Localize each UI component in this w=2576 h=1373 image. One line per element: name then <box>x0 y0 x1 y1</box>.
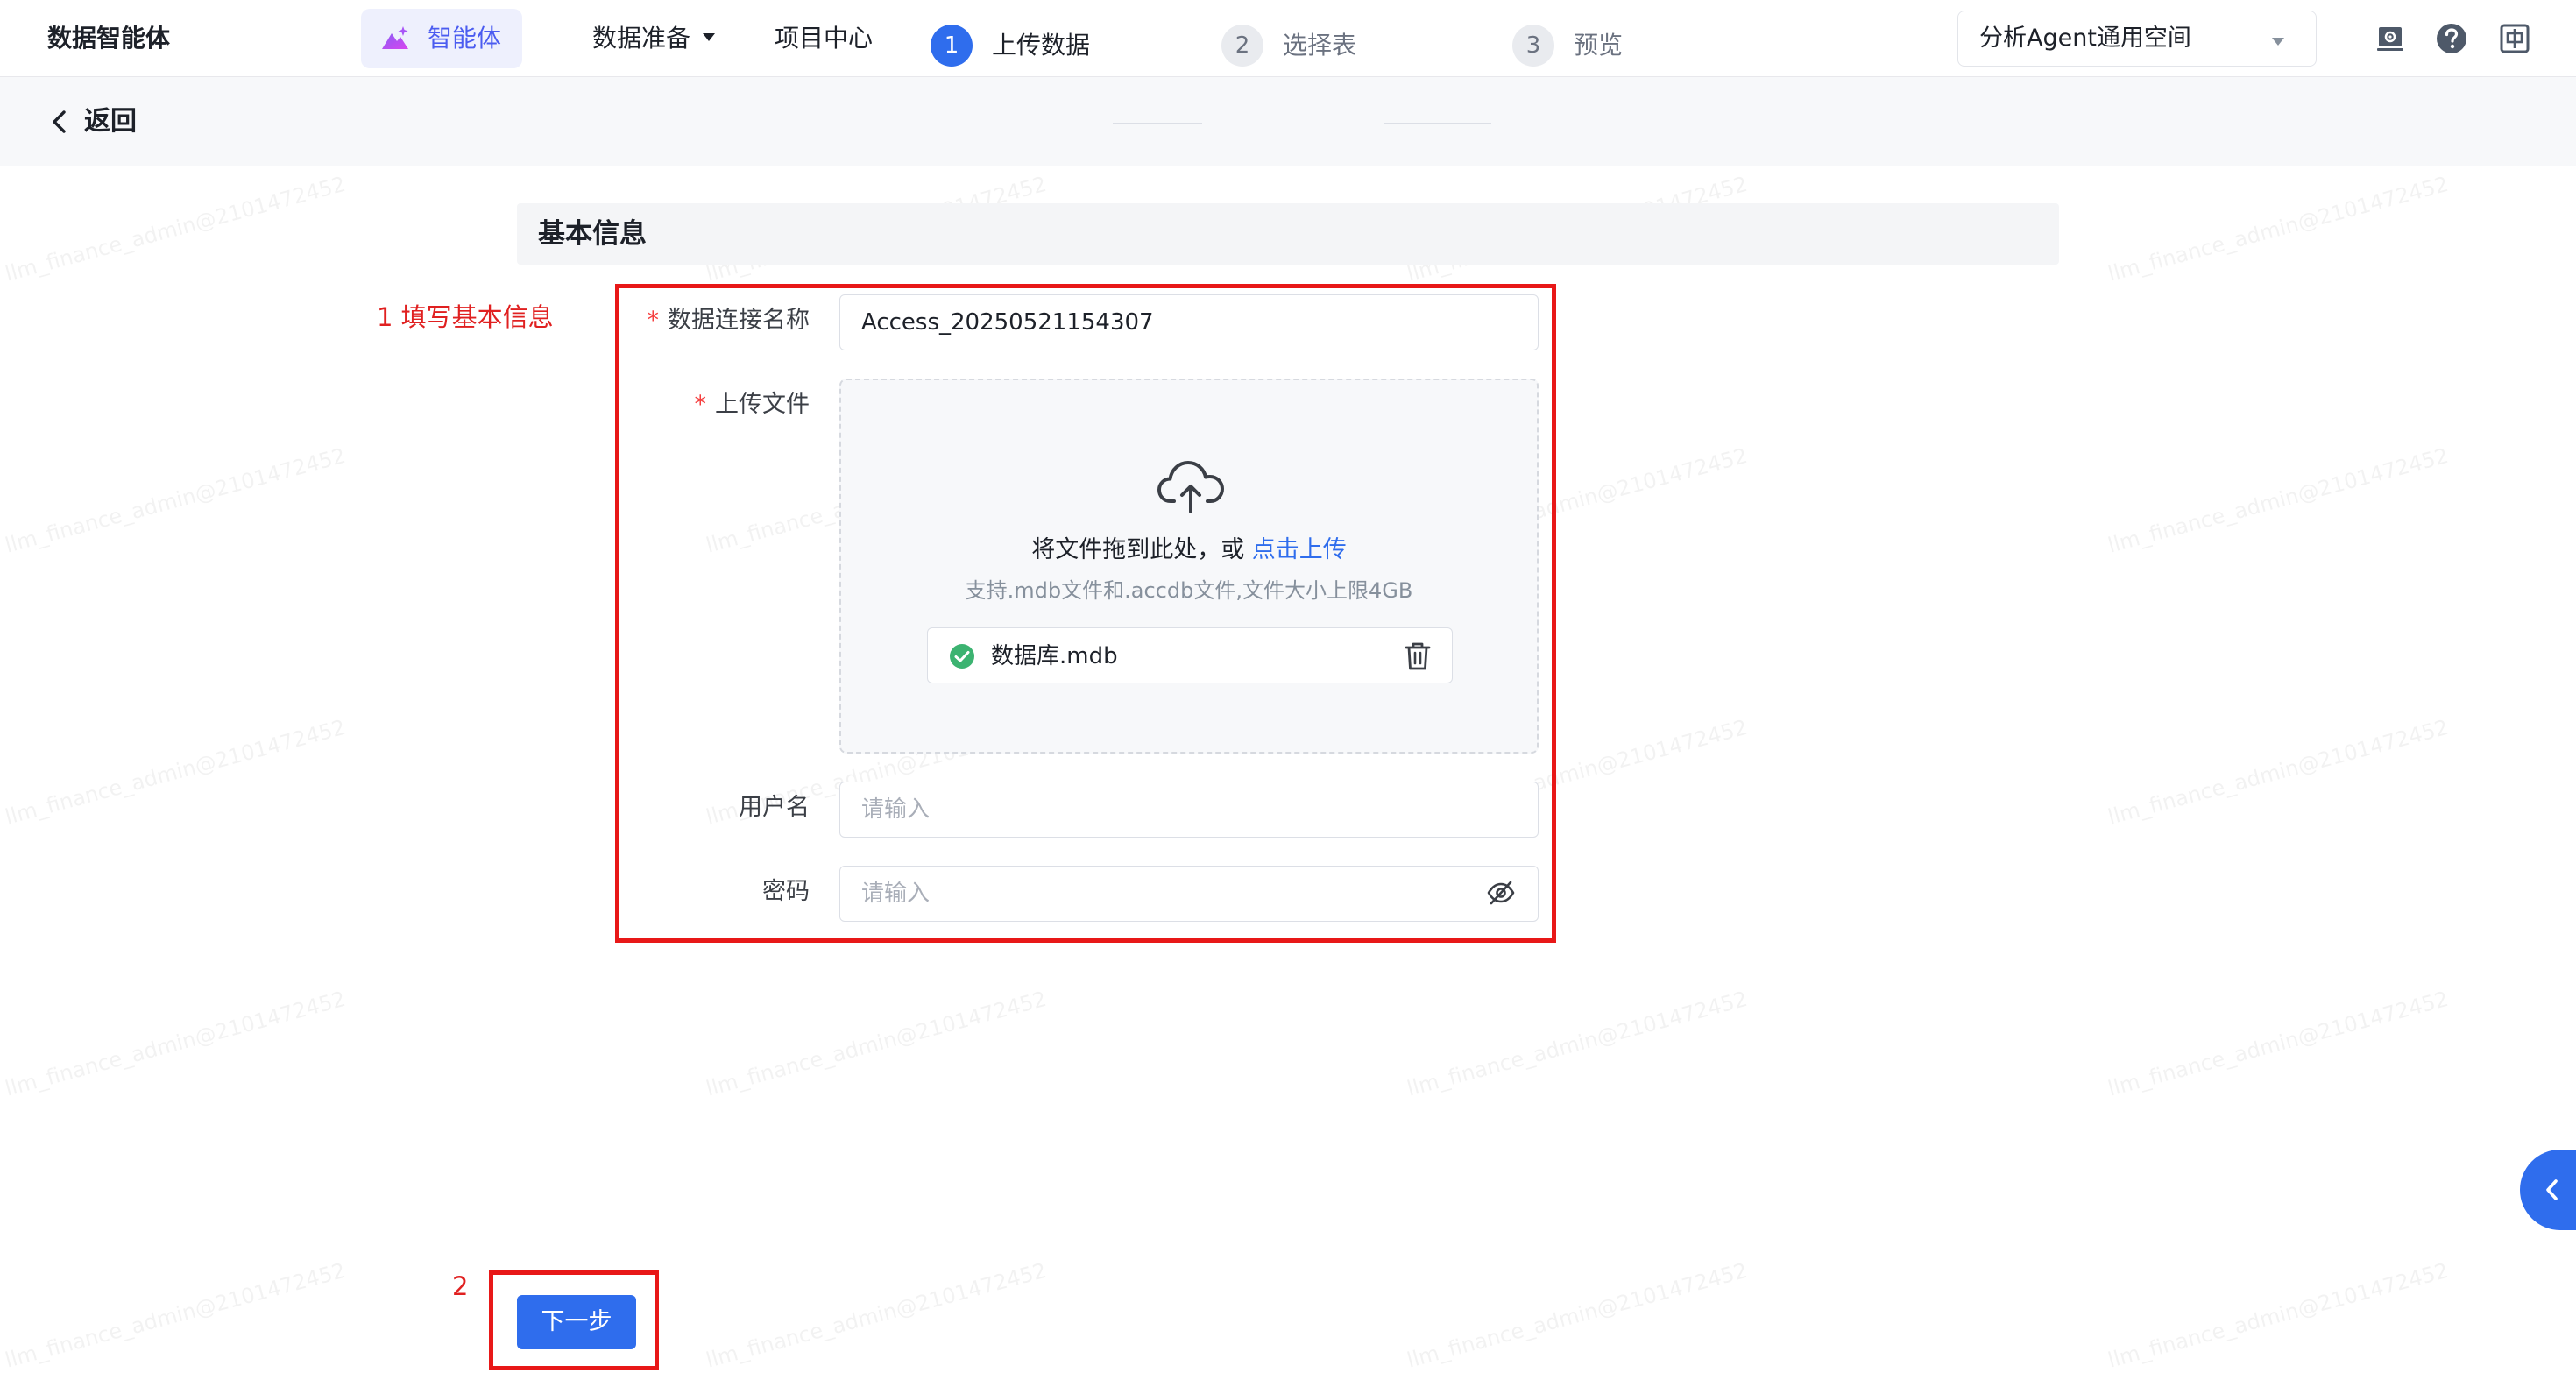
language-icon[interactable] <box>2497 21 2532 56</box>
connection-name-input[interactable] <box>839 294 1539 350</box>
app-title: 数据智能体 <box>47 24 171 53</box>
annotation-label-2: 2 <box>452 1271 469 1301</box>
required-mark: * <box>694 391 707 418</box>
step-number: 3 <box>1512 25 1554 67</box>
workspace-select[interactable]: 分析Agent通用空间 <box>1957 11 2317 67</box>
workspace-selected-value: 分析Agent通用空间 <box>1979 25 2191 52</box>
uploaded-file-name: 数据库.mdb <box>991 643 1118 669</box>
chevron-left-icon <box>2546 1179 2558 1200</box>
watermark: llm_finance_admin@2101472452 <box>1404 1257 1751 1373</box>
nav-item-project-center[interactable]: 项目中心 <box>775 21 873 56</box>
click-upload-link[interactable]: 点击上传 <box>1252 536 1347 563</box>
next-step-button[interactable]: 下一步 <box>517 1295 636 1349</box>
back-button-label: 返回 <box>84 106 137 137</box>
help-icon[interactable] <box>2434 21 2469 56</box>
cloud-upload-icon <box>1157 461 1224 513</box>
watermark: llm_finance_admin@2101472452 <box>703 1257 1050 1373</box>
step-number: 2 <box>1221 25 1263 67</box>
section-title: 基本信息 <box>538 218 647 250</box>
dropdown-caret-icon <box>2272 38 2284 46</box>
eye-off-icon[interactable] <box>1486 880 1516 906</box>
username-label: 用户名 <box>739 794 810 821</box>
annotation-label-1: 1 填写基本信息 <box>377 302 554 332</box>
watermark: llm_finance_admin@2101472452 <box>2105 442 2452 558</box>
step-number: 1 <box>931 25 973 67</box>
nav-item-agent[interactable]: 智能体 <box>361 9 522 68</box>
check-circle-icon <box>950 644 974 669</box>
dropzone-hint: 支持.mdb文件和.accdb文件,文件大小上限4GB <box>965 578 1413 603</box>
step-connector <box>1384 123 1491 124</box>
watermark: llm_finance_admin@2101472452 <box>2105 714 2452 830</box>
watermark: llm_finance_admin@2101472452 <box>703 986 1050 1101</box>
section-header: 基本信息 <box>517 203 2059 265</box>
watermark: llm_finance_admin@2101472452 <box>2 171 349 287</box>
step-connector <box>1113 123 1202 124</box>
dropzone-drag-text: 将文件拖到此处，或 <box>1031 536 1245 563</box>
agent-mountain-icon <box>382 26 408 49</box>
watermark: llm_finance_admin@2101472452 <box>2105 1257 2452 1373</box>
watermark: llm_finance_admin@2101472452 <box>2105 171 2452 287</box>
file-dropzone[interactable]: 将文件拖到此处，或 点击上传 支持.mdb文件和.accdb文件,文件大小上限4… <box>839 379 1539 754</box>
back-button[interactable]: 返回 <box>44 102 158 142</box>
watermark: llm_finance_admin@2101472452 <box>2 714 349 830</box>
username-input[interactable] <box>839 782 1539 838</box>
password-input[interactable] <box>839 866 1539 922</box>
watermark: llm_finance_admin@2101472452 <box>2105 986 2452 1101</box>
connection-name-label-text: 数据连接名称 <box>668 307 810 334</box>
chevron-down-icon[interactable] <box>703 33 715 41</box>
upload-file-label: * 上传文件 <box>695 387 810 422</box>
watermark: llm_finance_admin@2101472452 <box>2 1257 349 1373</box>
settings-icon[interactable] <box>2373 21 2408 56</box>
step-label: 上传数据 <box>992 31 1091 60</box>
upload-file-label-text: 上传文件 <box>715 391 810 418</box>
step-header: 返回 <box>0 77 2576 166</box>
nav-item-data-prep[interactable]: 数据准备 <box>592 21 690 56</box>
watermark: llm_finance_admin@2101472452 <box>1404 986 1751 1101</box>
connection-name-label: * 数据连接名称 <box>648 303 810 338</box>
nav-item-agent-label: 智能体 <box>428 24 502 53</box>
watermark: llm_finance_admin@2101472452 <box>2 442 349 558</box>
required-mark: * <box>647 307 660 334</box>
uploaded-file-item: 数据库.mdb <box>927 627 1453 683</box>
watermark: llm_finance_admin@2101472452 <box>2 986 349 1101</box>
side-panel-toggle[interactable] <box>2520 1150 2576 1230</box>
step-label: 选择表 <box>1283 31 1357 60</box>
step-label: 预览 <box>1574 31 1624 60</box>
password-label: 密码 <box>762 878 810 905</box>
trash-icon[interactable] <box>1403 640 1433 672</box>
chevron-left-icon <box>53 110 66 133</box>
dropzone-instruction: 将文件拖到此处，或 点击上传 <box>841 533 1537 568</box>
